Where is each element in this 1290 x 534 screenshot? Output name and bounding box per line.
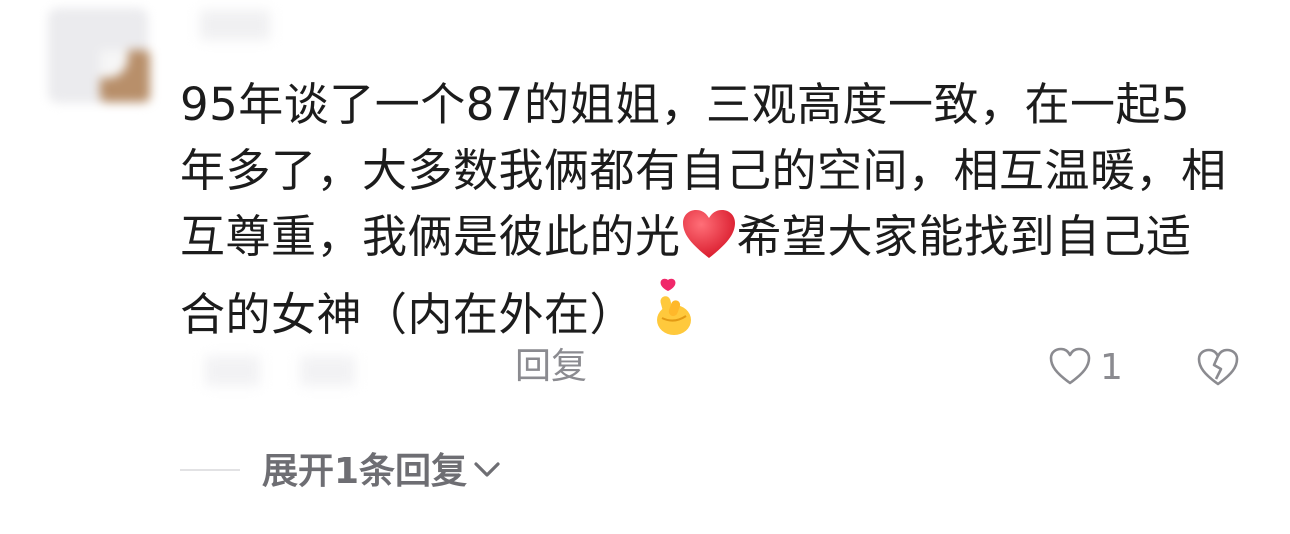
- heart-outline-icon: [1048, 346, 1092, 390]
- finger-heart-icon: [650, 278, 700, 356]
- reply-divider: [180, 469, 240, 471]
- comment-line-2: 年多了，大多数我俩都有自己的空间，相互温暖，相: [180, 144, 1227, 197]
- broken-heart-icon: [1196, 348, 1240, 391]
- reply-button[interactable]: 回复: [515, 345, 587, 389]
- expand-replies-label: 展开1条回复: [262, 451, 468, 492]
- comment-text: 95年谈了一个87的姐姐，三观高度一致，在一起5 年多了，大多数我俩都有自己的空…: [180, 72, 1240, 356]
- location-blurred: [300, 356, 355, 386]
- dislike-button[interactable]: [1196, 347, 1240, 391]
- comment-line-1: 95年谈了一个87的姐姐，三观高度一致，在一起5: [180, 78, 1191, 131]
- comment-item: 95年谈了一个87的姐姐，三观高度一致，在一起5 年多了，大多数我俩都有自己的空…: [0, 0, 1290, 534]
- comment-line-4: 合的女神（内在外在）: [180, 288, 636, 341]
- red-heart-icon: [681, 208, 737, 278]
- username-blurred[interactable]: [200, 10, 270, 40]
- expand-replies-button[interactable]: 展开1条回复: [262, 450, 501, 494]
- comment-line-3a: 互尊重，我俩是彼此的光: [180, 210, 681, 263]
- avatar[interactable]: [40, 0, 160, 112]
- chevron-down-icon: [473, 460, 501, 484]
- like-count: 1: [1100, 347, 1123, 388]
- timestamp-blurred: [205, 356, 260, 386]
- comment-line-3b: 希望大家能找到自己适: [736, 210, 1192, 263]
- like-button[interactable]: 1: [1048, 345, 1123, 391]
